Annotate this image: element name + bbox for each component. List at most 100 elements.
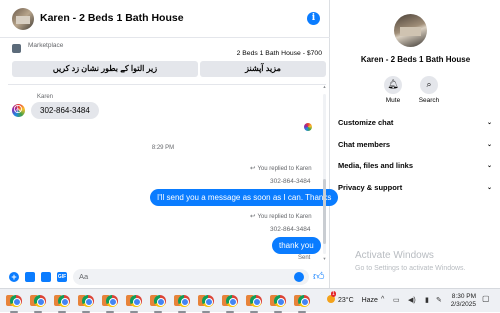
taskbar-app-chrome[interactable] <box>54 293 70 313</box>
search-icon: ⌕ <box>420 76 438 94</box>
divider <box>8 84 326 85</box>
taskbar-app-chrome[interactable] <box>6 293 22 313</box>
sender-name: Karen <box>37 94 54 100</box>
chrome-icon <box>106 295 118 307</box>
reply-indicator: ↩ You replied to Karen <box>250 212 312 220</box>
chrome-icon <box>226 295 238 307</box>
speaker-icon[interactable]: ◀) <box>408 296 416 304</box>
weather-widget[interactable]: 1 23°C Haze <box>327 291 378 304</box>
menu-chat-members[interactable]: Chat members ⌄ <box>338 137 496 153</box>
gif-icon[interactable]: GIF <box>57 272 67 282</box>
chevron-down-icon: ⌄ <box>486 185 492 191</box>
reply-arrow-icon: ↩ <box>250 213 256 220</box>
photo-icon[interactable] <box>25 272 35 282</box>
profile-name: Karen - 2 Beds 1 Bath House <box>360 55 471 64</box>
weather-condition: Haze <box>361 297 378 304</box>
mute-button[interactable]: 🔔︎ Mute <box>373 76 413 104</box>
reply-label: You replied to Karen <box>257 166 312 172</box>
incoming-message[interactable]: 302-864-3484 <box>31 102 99 119</box>
info-icon[interactable]: i <box>307 12 320 25</box>
taskbar-app-chrome[interactable] <box>198 293 214 313</box>
marketplace-banner: Marketplace 2 Beds 1 Bath House - $700 ز… <box>8 38 326 82</box>
activation-watermark-title: Activate Windows <box>355 250 434 261</box>
clock-time: 8:30 PM <box>451 293 476 300</box>
message-scrollbar[interactable]: ▲ ▼ <box>322 84 327 262</box>
conversation-avatar[interactable] <box>12 8 34 30</box>
activation-watermark-subtitle: Go to Settings to activate Windows. <box>355 265 466 272</box>
taskbar-app-chrome[interactable] <box>78 293 94 313</box>
sender-avatar[interactable] <box>12 103 25 117</box>
bell-icon: 🔔︎ <box>384 76 402 94</box>
search-label: Search <box>418 97 440 104</box>
taskbar-app-chrome[interactable] <box>174 293 190 313</box>
taskbar: 1 23°C Haze ^ ▭ ◀) ▮ ✎ 8:30 PM 2/3/2025 ▢ <box>0 288 500 313</box>
emoji-icon[interactable] <box>294 272 304 282</box>
chrome-icon <box>34 295 46 307</box>
quoted-message[interactable]: 302-864-3484 <box>270 178 310 185</box>
chrome-icon <box>298 295 310 307</box>
thumbs-up-icon[interactable]: 👍︎ <box>313 271 325 283</box>
outgoing-message[interactable]: I'll send you a message as soon as I can… <box>150 189 339 206</box>
chevron-down-icon: ⌄ <box>486 142 492 148</box>
taskbar-app-chrome[interactable] <box>294 293 310 313</box>
more-options-button[interactable]: مزید آپشنز <box>200 61 326 77</box>
message-input[interactable]: Aa <box>73 269 309 285</box>
outgoing-message[interactable]: thank you <box>272 237 321 254</box>
menu-customize-chat[interactable]: Customize chat ⌄ <box>338 115 496 131</box>
menu-media-files-links[interactable]: Media, files and links ⌄ <box>338 158 496 174</box>
menu-label: Media, files and links <box>338 161 414 170</box>
listing-title[interactable]: 2 Beds 1 Bath House - $700 <box>237 50 322 57</box>
chrome-icon <box>178 295 190 307</box>
reply-arrow-icon: ↩ <box>250 165 256 172</box>
quoted-message[interactable]: 302-864-3484 <box>270 226 310 233</box>
battery-icon[interactable]: ▮ <box>425 296 429 304</box>
conversation-details-pane: Karen - 2 Beds 1 Bath House 🔔︎ Mute ⌕ Se… <box>331 0 500 288</box>
chrome-icon <box>10 295 22 307</box>
menu-label: Privacy & support <box>338 183 403 192</box>
seen-indicator <box>304 123 312 131</box>
notification-icon[interactable]: ▢ <box>482 294 492 304</box>
chevron-up-icon[interactable]: ^ <box>381 296 384 303</box>
scroll-down-icon[interactable]: ▼ <box>322 256 327 261</box>
taskbar-app-chrome[interactable] <box>222 293 238 313</box>
menu-label: Chat members <box>338 140 391 149</box>
message-input-placeholder: Aa <box>79 272 89 281</box>
mark-pending-button[interactable]: زیر التوا کے بطور نشان زد کریں <box>12 61 198 77</box>
chrome-icon <box>82 295 94 307</box>
edit-icon[interactable]: ✎ <box>436 296 442 304</box>
menu-privacy-support[interactable]: Privacy & support ⌄ <box>338 180 496 196</box>
profile-avatar[interactable] <box>394 14 427 47</box>
chrome-icon <box>202 295 214 307</box>
taskbar-app-chrome[interactable] <box>150 293 166 313</box>
chrome-icon <box>154 295 166 307</box>
sent-status: Sent <box>298 255 311 261</box>
network-icon[interactable]: ▭ <box>393 296 400 304</box>
sticker-icon[interactable] <box>41 272 51 282</box>
taskbar-app-chrome[interactable] <box>30 293 46 313</box>
taskbar-app-chrome[interactable] <box>126 293 142 313</box>
reply-label: You replied to Karen <box>257 214 312 220</box>
conversation-title[interactable]: Karen - 2 Beds 1 Bath House <box>40 12 184 24</box>
system-clock[interactable]: 8:30 PM 2/3/2025 <box>448 293 476 309</box>
marketplace-icon <box>12 44 21 53</box>
chrome-icon <box>250 295 262 307</box>
search-button[interactable]: ⌕ Search <box>409 76 449 104</box>
clock-date: 2/3/2025 <box>450 301 476 308</box>
chat-header: Karen - 2 Beds 1 Bath House i <box>0 0 330 38</box>
scroll-up-icon[interactable]: ▲ <box>322 84 327 89</box>
taskbar-app-chrome[interactable] <box>246 293 262 313</box>
message-timestamp: 8:29 PM <box>151 145 175 151</box>
scroll-thumb[interactable] <box>323 179 326 244</box>
chat-pane: Karen - 2 Beds 1 Bath House i Marketplac… <box>0 0 339 288</box>
weather-temp: 23°C <box>338 297 354 304</box>
weather-badge: 1 <box>331 291 336 297</box>
chevron-down-icon: ⌄ <box>486 120 492 126</box>
chrome-icon <box>58 295 70 307</box>
menu-label: Customize chat <box>338 118 394 127</box>
taskbar-app-chrome[interactable] <box>270 293 286 313</box>
taskbar-app-chrome[interactable] <box>102 293 118 313</box>
app-window: Karen - 2 Beds 1 Bath House i Marketplac… <box>0 0 500 288</box>
reply-indicator: ↩ You replied to Karen <box>250 164 312 172</box>
chrome-icon <box>130 295 142 307</box>
plus-icon[interactable]: + <box>9 272 19 282</box>
